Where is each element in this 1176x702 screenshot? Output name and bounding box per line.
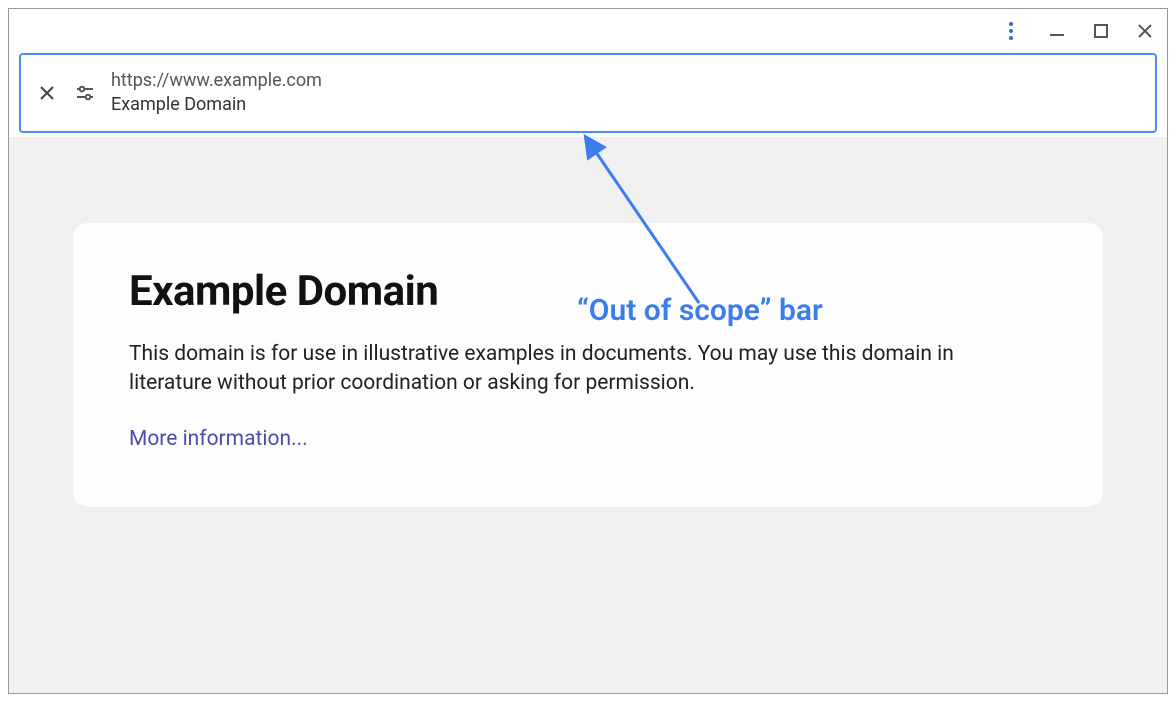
- content-area: Example Domain This domain is for use in…: [9, 137, 1167, 693]
- window-titlebar: [9, 9, 1167, 53]
- page-heading: Example Domain: [129, 267, 1047, 316]
- maximize-button[interactable]: [1089, 19, 1113, 43]
- minimize-icon: [1048, 22, 1066, 40]
- page-paragraph: This domain is for use in illustrative e…: [129, 340, 989, 399]
- close-icon: [40, 86, 54, 100]
- address-info: https://www.example.com Example Domain: [111, 69, 322, 118]
- tune-icon: [75, 83, 95, 103]
- close-icon: [1137, 23, 1153, 39]
- close-window-button[interactable]: [1133, 19, 1157, 43]
- tune-button[interactable]: [73, 81, 97, 105]
- content-card: Example Domain This domain is for use in…: [73, 223, 1103, 507]
- close-tab-button[interactable]: [35, 81, 59, 105]
- minimize-button[interactable]: [1045, 19, 1069, 43]
- address-url: https://www.example.com: [111, 69, 322, 93]
- maximize-icon: [1093, 23, 1109, 39]
- browser-window: https://www.example.com Example Domain E…: [8, 8, 1168, 694]
- address-page-title: Example Domain: [111, 93, 322, 117]
- more-vert-icon[interactable]: [1001, 19, 1025, 43]
- more-information-link[interactable]: More information...: [129, 427, 308, 451]
- scope-bar[interactable]: https://www.example.com Example Domain: [19, 53, 1157, 133]
